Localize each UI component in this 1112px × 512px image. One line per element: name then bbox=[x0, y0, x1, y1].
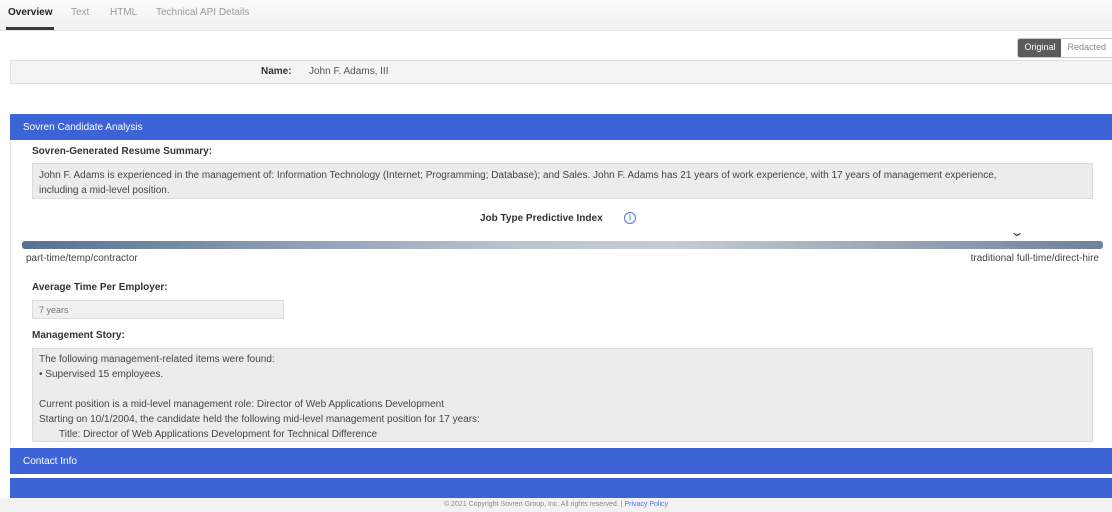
privacy-policy-link[interactable]: Privacy Policy bbox=[624, 501, 668, 508]
footer-copyright: © 2021 Copyright Sovren Group, Inc. All … bbox=[443, 501, 623, 508]
candidate-name-bar: Name: John F. Adams, III bbox=[10, 60, 1112, 84]
predictive-index-bar bbox=[22, 241, 1103, 249]
name-label: Name: bbox=[261, 66, 292, 77]
footer: © 2021 Copyright Sovren Group, Inc. All … bbox=[0, 498, 1112, 512]
candidate-analysis-title: Sovren Candidate Analysis bbox=[23, 122, 143, 133]
management-story-box: The following management-related items w… bbox=[32, 348, 1093, 442]
tab-bar: Overview Text HTML Technical API Details bbox=[0, 0, 1112, 31]
tab-text[interactable]: Text bbox=[71, 7, 89, 18]
tab-technical-api-details[interactable]: Technical API Details bbox=[156, 7, 249, 18]
predictive-index-title: Job Type Predictive Index bbox=[480, 213, 603, 224]
average-time-value: 7 years bbox=[32, 300, 284, 319]
management-story-label: Management Story: bbox=[32, 330, 125, 341]
redacted-toggle-button[interactable]: Redacted bbox=[1061, 39, 1112, 57]
average-time-label: Average Time Per Employer: bbox=[32, 282, 168, 293]
contact-info-title: Contact Info bbox=[23, 456, 77, 467]
management-story-line: The following management-related items w… bbox=[39, 354, 275, 365]
predictive-index-left-label: part-time/temp/contractor bbox=[26, 253, 138, 264]
tab-overview[interactable]: Overview bbox=[5, 7, 55, 30]
resume-summary-line: John F. Adams is experienced in the mana… bbox=[39, 170, 997, 181]
predictive-index-right-label: traditional full-time/direct-hire bbox=[970, 253, 1099, 264]
management-story-line: Title: Director of Web Applications Deve… bbox=[59, 429, 378, 440]
candidate-analysis-header[interactable]: Sovren Candidate Analysis bbox=[10, 114, 1112, 140]
resume-summary-label: Sovren-Generated Resume Summary: bbox=[32, 146, 213, 157]
name-value: John F. Adams, III bbox=[309, 66, 389, 77]
resume-summary-box: John F. Adams is experienced in the mana… bbox=[32, 163, 1093, 199]
management-story-line: Current position is a mid-level manageme… bbox=[39, 399, 445, 410]
tab-html[interactable]: HTML bbox=[110, 7, 137, 18]
contact-info-header[interactable]: Contact Info bbox=[10, 448, 1112, 474]
next-section-header[interactable] bbox=[10, 478, 1112, 500]
management-story-line: Starting on 10/1/2004, the candidate hel… bbox=[39, 414, 480, 425]
view-toggle: Original Redacted bbox=[1017, 38, 1112, 58]
original-toggle-button[interactable]: Original bbox=[1018, 39, 1062, 57]
chevron-down-icon: ⌄ bbox=[1009, 225, 1025, 239]
management-story-line: • Supervised 15 employees. bbox=[39, 369, 164, 380]
management-story-line bbox=[39, 382, 1086, 397]
resume-summary-line: including a mid-level position. bbox=[39, 185, 170, 196]
info-icon[interactable]: i bbox=[624, 212, 636, 224]
